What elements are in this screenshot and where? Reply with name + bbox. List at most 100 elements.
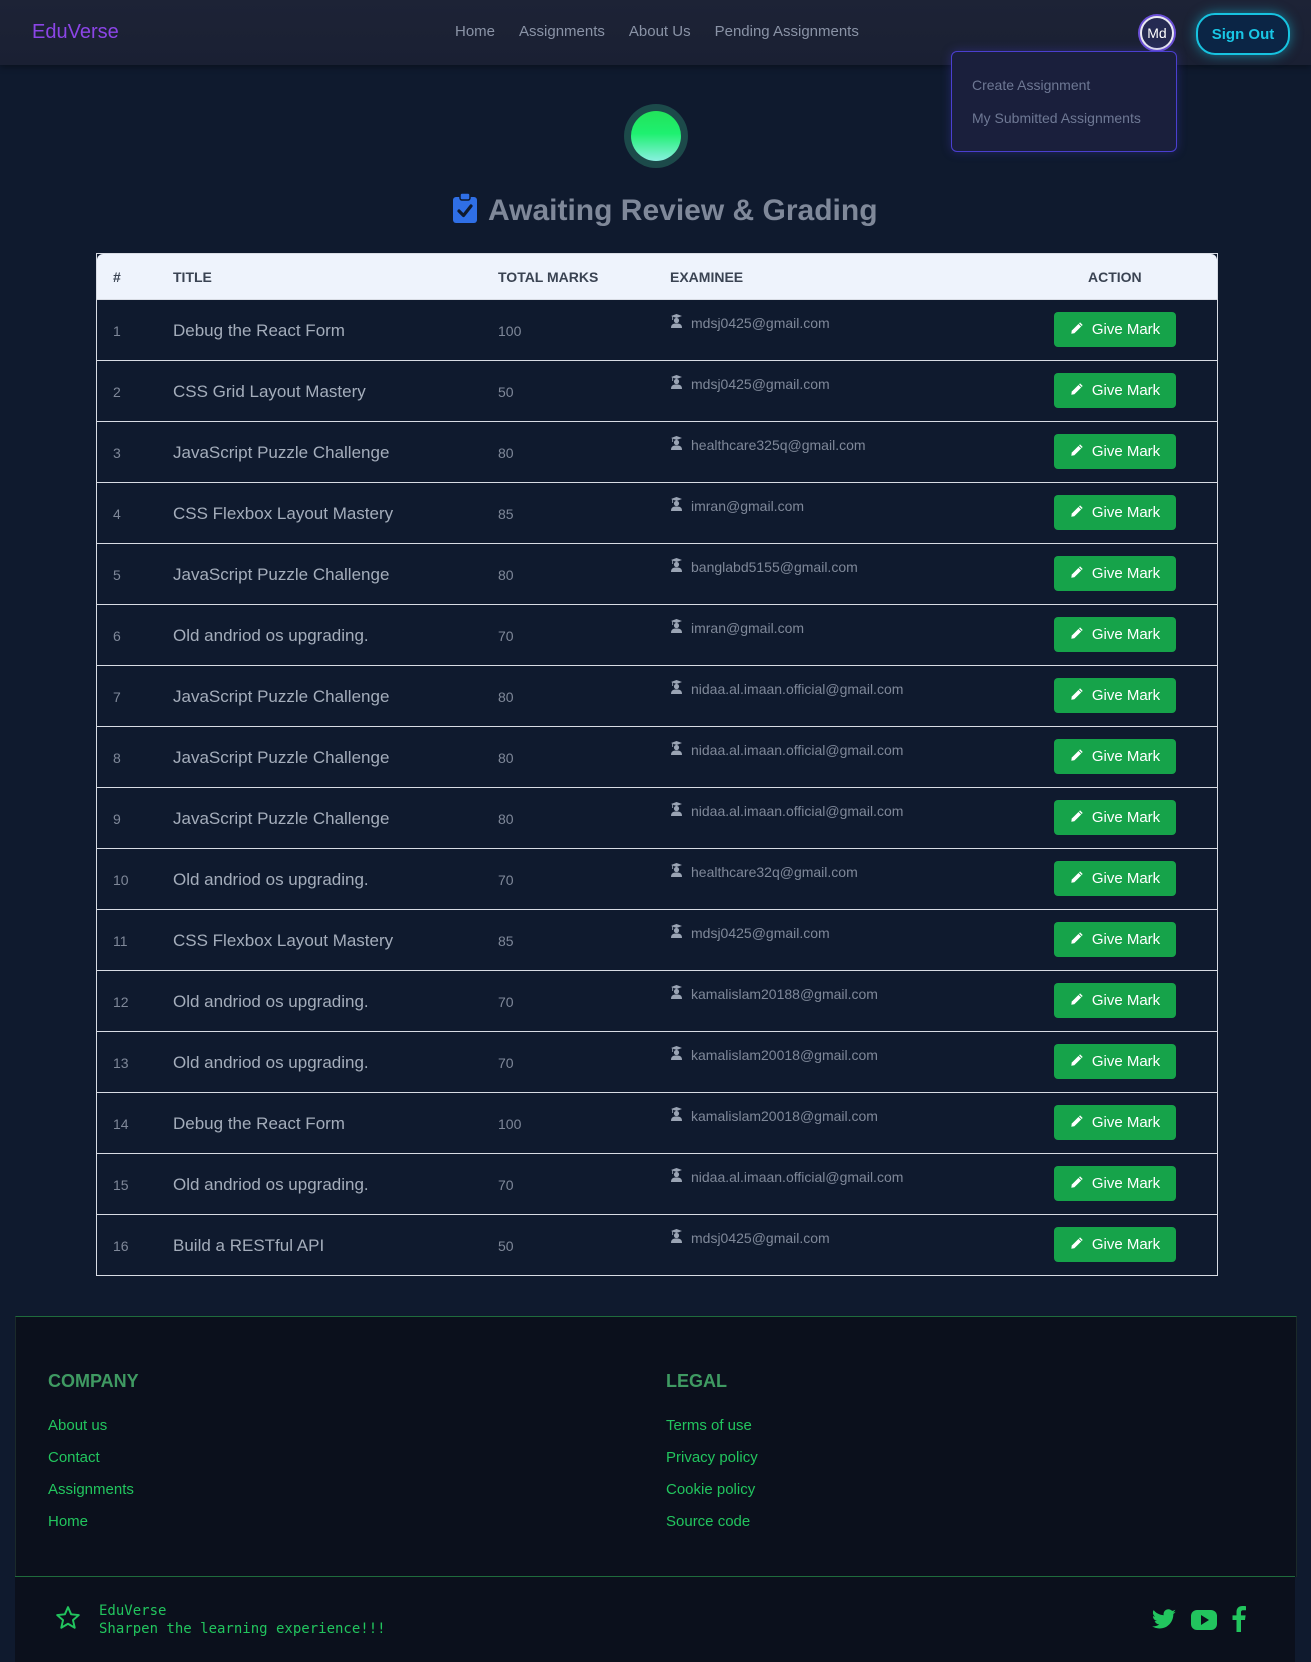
give-mark-label: Give Mark: [1091, 1053, 1161, 1070]
give-mark-button[interactable]: Give Mark: [1054, 800, 1176, 835]
give-mark-button[interactable]: Give Mark: [1054, 1044, 1176, 1079]
give-mark-button[interactable]: Give Mark: [1054, 922, 1176, 957]
facebook-icon[interactable]: [1232, 1606, 1246, 1637]
give-mark-button[interactable]: Give Mark: [1054, 434, 1176, 469]
assignment-title: Build a RESTful API: [173, 1236, 325, 1255]
header-title: TITLE: [173, 269, 212, 285]
examinee-email: nidaa.al.imaan.official@gmail.com: [691, 1168, 904, 1185]
examinee: kamalislam20188@gmail.com: [670, 985, 878, 1002]
total-marks: 80: [498, 445, 514, 461]
pencil-icon: [1070, 809, 1084, 827]
give-mark-button[interactable]: Give Mark: [1054, 556, 1176, 591]
footer-link-source-code[interactable]: Source code: [666, 1513, 750, 1530]
header-number: #: [113, 269, 121, 285]
footer-legal-heading: LEGAL: [666, 1371, 727, 1391]
give-mark-button[interactable]: Give Mark: [1054, 617, 1176, 652]
give-mark-label: Give Mark: [1091, 321, 1161, 338]
examinee: banglabd5155@gmail.com: [670, 558, 858, 575]
examinee-email: mdsj0425@gmail.com: [691, 1229, 830, 1246]
graduate-user-icon: [670, 863, 683, 880]
row-number: 8: [113, 750, 121, 766]
examinee: mdsj0425@gmail.com: [670, 375, 830, 392]
pencil-icon: [1070, 565, 1084, 583]
total-marks: 85: [498, 933, 514, 949]
twitter-icon[interactable]: [1151, 1609, 1177, 1636]
menu-item-create-assignment[interactable]: Create Assignment: [972, 77, 1090, 93]
examinee-email: mdsj0425@gmail.com: [691, 375, 830, 392]
give-mark-button[interactable]: Give Mark: [1054, 861, 1176, 896]
nav-link-assignments[interactable]: Assignments: [519, 23, 605, 40]
pencil-icon: [1070, 992, 1084, 1010]
give-mark-button[interactable]: Give Mark: [1054, 1227, 1176, 1262]
pencil-icon: [1070, 1114, 1084, 1132]
give-mark-label: Give Mark: [1091, 931, 1161, 948]
give-mark-button[interactable]: Give Mark: [1054, 1166, 1176, 1201]
pencil-icon: [1070, 687, 1084, 705]
avatar[interactable]: Md: [1140, 16, 1174, 50]
footer-link-home[interactable]: Home: [48, 1513, 88, 1530]
give-mark-button[interactable]: Give Mark: [1054, 678, 1176, 713]
give-mark-button[interactable]: Give Mark: [1054, 312, 1176, 347]
footer-link-terms-of-use[interactable]: Terms of use: [666, 1417, 752, 1434]
give-mark-label: Give Mark: [1091, 992, 1161, 1009]
assignment-title: CSS Grid Layout Mastery: [173, 382, 366, 401]
give-mark-label: Give Mark: [1091, 809, 1161, 826]
assignment-title: JavaScript Puzzle Challenge: [173, 809, 390, 828]
examinee-email: banglabd5155@gmail.com: [691, 558, 858, 575]
table-row: 6 Old andriod os upgrading. 70 imran@gmail.…: [97, 604, 1217, 666]
footer-link-assignments[interactable]: Assignments: [48, 1481, 134, 1498]
examinee-email: imran@gmail.com: [691, 619, 805, 636]
examinee: kamalislam20018@gmail.com: [670, 1107, 878, 1124]
youtube-icon[interactable]: [1191, 1610, 1217, 1635]
examinee: nidaa.al.imaan.official@gmail.com: [670, 1168, 903, 1185]
row-number: 4: [113, 506, 121, 522]
give-mark-label: Give Mark: [1091, 1175, 1161, 1192]
examinee: nidaa.al.imaan.official@gmail.com: [670, 680, 903, 697]
table-row: 8 JavaScript Puzzle Challenge 80 nidaa.al.i…: [97, 726, 1217, 788]
footer-link-contact[interactable]: Contact: [48, 1449, 100, 1466]
loading-spinner-core: [631, 111, 681, 161]
menu-item-my-submitted-assignments[interactable]: My Submitted Assignments: [972, 110, 1141, 126]
header-examinee: EXAMINEE: [670, 269, 744, 285]
give-mark-button[interactable]: Give Mark: [1054, 983, 1176, 1018]
sign-out-button[interactable]: Sign Out: [1196, 13, 1290, 55]
total-marks: 50: [498, 1238, 514, 1254]
examinee-email: healthcare32q@gmail.com: [691, 863, 858, 880]
examinee-email: mdsj0425@gmail.com: [691, 314, 830, 331]
pencil-icon: [1070, 626, 1084, 644]
total-marks: 80: [498, 750, 514, 766]
footer-link-privacy-policy[interactable]: Privacy policy: [666, 1449, 758, 1466]
row-number: 2: [113, 384, 121, 400]
examinee: healthcare32q@gmail.com: [670, 863, 858, 880]
row-number: 16: [113, 1238, 129, 1254]
assignment-title: Old andriod os upgrading.: [173, 1175, 369, 1194]
examinee-email: mdsj0425@gmail.com: [691, 924, 830, 941]
pending-assignments-table: # TITLE TOTAL MARKS EXAMINEE ACTION 1 Deb…: [96, 253, 1218, 1276]
user-dropdown-menu: Create Assignment My Submitted Assignmen…: [951, 51, 1177, 152]
give-mark-button[interactable]: Give Mark: [1054, 739, 1176, 774]
header-total-marks: TOTAL MARKS: [498, 269, 599, 285]
give-mark-button[interactable]: Give Mark: [1054, 1105, 1176, 1140]
nav-link-pending-assignments[interactable]: Pending Assignments: [715, 23, 859, 40]
brand-logo[interactable]: EduVerse: [32, 21, 119, 44]
give-mark-label: Give Mark: [1091, 687, 1161, 704]
total-marks: 80: [498, 567, 514, 583]
give-mark-label: Give Mark: [1091, 870, 1161, 887]
assignment-title: Old andriod os upgrading.: [173, 1053, 369, 1072]
assignment-title: Debug the React Form: [173, 321, 345, 340]
nav-link-home[interactable]: Home: [455, 23, 495, 40]
give-mark-button[interactable]: Give Mark: [1054, 373, 1176, 408]
footer-bottom-bar: EduVerse Sharpen the learning experience…: [15, 1576, 1295, 1662]
give-mark-label: Give Mark: [1091, 443, 1161, 460]
table-header: # TITLE TOTAL MARKS EXAMINEE ACTION: [97, 254, 1217, 299]
footer-link-about-us[interactable]: About us: [48, 1417, 107, 1434]
footer-link-cookie-policy[interactable]: Cookie policy: [666, 1481, 755, 1498]
total-marks: 85: [498, 506, 514, 522]
give-mark-button[interactable]: Give Mark: [1054, 495, 1176, 530]
nav-link-about-us[interactable]: About Us: [629, 23, 691, 40]
give-mark-label: Give Mark: [1091, 565, 1161, 582]
graduate-user-icon: [670, 1046, 683, 1063]
pencil-icon: [1070, 1236, 1084, 1254]
table-row: 2 CSS Grid Layout Mastery 50 mdsj0425@gmail…: [97, 360, 1217, 422]
graduate-user-icon: [670, 497, 683, 514]
